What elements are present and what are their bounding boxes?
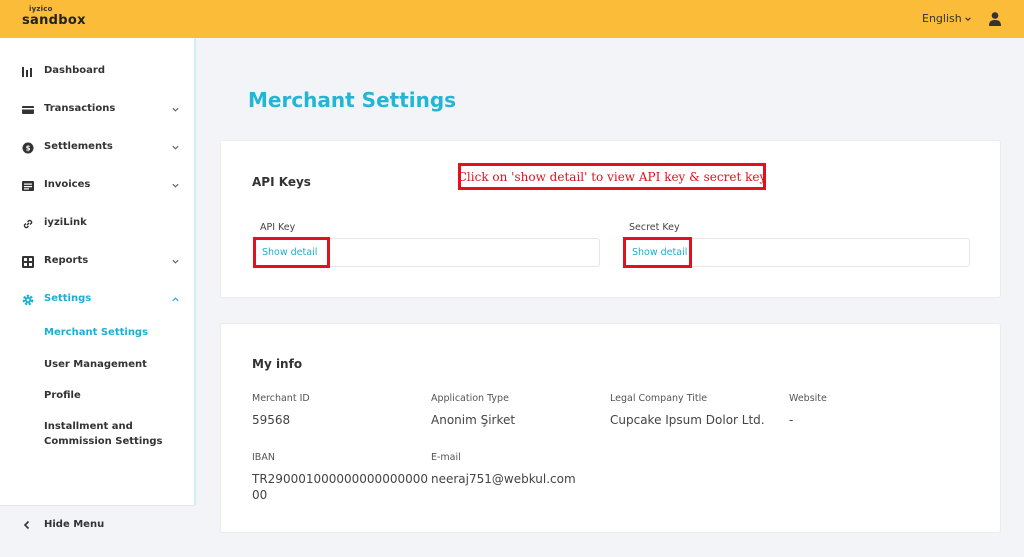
email-value: neeraj751@webkul.com [431,472,576,486]
link-icon [23,219,33,229]
bar-chart-icon [22,67,32,77]
sidebar-item-reports[interactable]: Reports [0,247,194,277]
legal-company-title-label: Legal Company Title [610,393,708,404]
sidebar-subitem-profile[interactable]: Profile [44,388,81,403]
sidebar-item-label: Settings [44,293,92,304]
svg-text:$: $ [26,145,31,153]
logo-big-text: sandbox [22,13,86,28]
chevron-left-icon [23,520,30,530]
iban-label: IBAN [252,452,275,463]
chevron-down-icon [964,16,971,21]
hide-menu-button[interactable]: Hide Menu [0,505,194,543]
website-value: - [789,413,794,427]
sidebar-subitem-installment-commission[interactable]: Installment and Commission Settings [44,419,189,449]
sidebar-item-transactions[interactable]: Transactions [0,95,194,125]
sidebar-item-label: Dashboard [44,65,105,76]
user-icon[interactable] [988,11,1002,27]
my-info-title: My info [252,357,303,371]
gear-icon [22,294,34,306]
merchant-id-label: Merchant ID [252,393,310,404]
chevron-down-icon [172,259,179,264]
chevron-up-icon [172,297,179,302]
api-key-show-detail-link[interactable]: Show detail [253,237,330,268]
top-bar: iyzico sandbox English [0,0,1024,38]
page-title: Merchant Settings [248,88,457,112]
sidebar: Dashboard Transactions $ Settlements Inv… [0,38,196,530]
chevron-down-icon [172,183,179,188]
coin-icon: $ [22,142,34,154]
sidebar-item-label: Settlements [44,141,113,152]
sidebar-item-label: Transactions [44,103,116,114]
sidebar-item-invoices[interactable]: Invoices [0,171,194,201]
application-type-value: Anonim Şirket [431,413,516,427]
legal-company-title-value: Cupcake Ipsum Dolor Ltd. [610,413,765,427]
logo[interactable]: iyzico sandbox [22,5,86,28]
application-type-label: Application Type [431,393,509,404]
chevron-down-icon [172,145,179,150]
sidebar-item-dashboard[interactable]: Dashboard [0,57,194,87]
website-label: Website [789,393,827,404]
language-selector[interactable]: English [922,12,972,25]
sidebar-item-label: iyziLink [44,217,87,228]
secret-key-show-detail-link[interactable]: Show detail [623,237,692,268]
sidebar-item-label: Reports [44,255,89,266]
annotation-callout: Click on 'show detail' to view API key &… [458,163,766,190]
grid-icon [22,256,34,268]
hide-menu-label: Hide Menu [44,519,105,530]
iban-value-continued: 00 [252,488,268,502]
sidebar-item-label: Invoices [44,179,91,190]
sidebar-subitem-user-management[interactable]: User Management [44,357,147,372]
sidebar-item-settlements[interactable]: $ Settlements [0,133,194,163]
sidebar-item-iyzilink[interactable]: iyziLink [0,209,194,239]
secret-key-label: Secret Key [629,222,680,233]
email-label: E-mail [431,452,461,463]
language-label: English [922,12,962,25]
chevron-down-icon [172,107,179,112]
iban-value: TR290001000000000000000 [252,472,428,486]
api-keys-title: API Keys [252,175,311,189]
sidebar-item-settings[interactable]: Settings [0,285,194,315]
sidebar-subitem-merchant-settings[interactable]: Merchant Settings [44,325,148,340]
api-key-label: API Key [260,222,296,233]
logo-small-text: iyzico [29,5,53,13]
my-info-card: My info Merchant ID 59568 Application Ty… [220,323,1001,533]
merchant-id-value: 59568 [252,413,291,427]
list-icon [22,181,34,191]
card-icon [22,106,34,114]
